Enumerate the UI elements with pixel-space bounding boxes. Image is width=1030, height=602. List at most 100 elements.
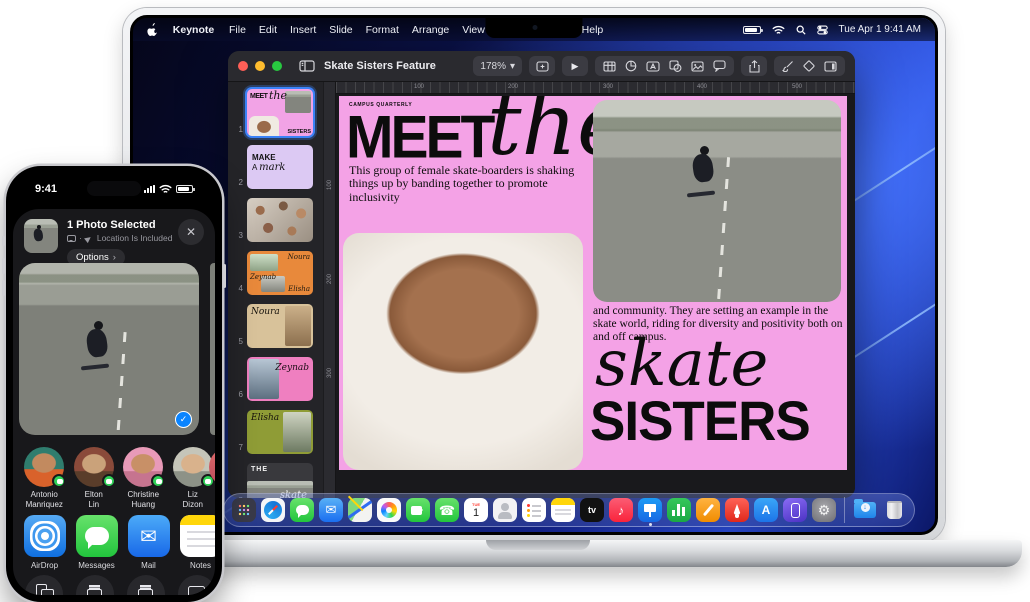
slide-skater-photo[interactable]	[593, 100, 841, 302]
dock-trash-icon[interactable]	[882, 498, 906, 522]
zoom-select[interactable]: 178% ▾	[473, 56, 522, 76]
document-title: Skate Sisters Feature	[324, 60, 436, 72]
slide-thumbnail-1[interactable]: 1 MEET the SISTERS	[230, 89, 320, 136]
dock-iphone-mirroring-icon[interactable]	[783, 498, 807, 522]
dock-reminders-icon[interactable]	[522, 498, 546, 522]
add-to-album-button[interactable]	[127, 575, 165, 595]
contact-antonio[interactable]: AntonioManriquez	[22, 447, 67, 510]
menu-format[interactable]: Format	[366, 24, 399, 36]
menu-clock[interactable]: Tue Apr 1 9:41 AM	[839, 24, 921, 35]
contact-elton[interactable]: EltonLin	[72, 447, 117, 510]
dock-launchpad-icon[interactable]	[232, 498, 256, 522]
messages-app[interactable]: Messages	[74, 515, 119, 570]
close-window-button[interactable]	[238, 61, 248, 71]
animate-icon[interactable]	[803, 60, 815, 72]
slide-intro-text[interactable]: This group of female skate-boarders is s…	[349, 164, 591, 204]
dock-keynote-icon[interactable]	[638, 498, 662, 522]
notes-icon	[180, 515, 216, 557]
chevron-right-icon: ›	[113, 252, 116, 263]
menu-file[interactable]: File	[229, 24, 246, 36]
dock-numbers-icon[interactable]	[667, 498, 691, 522]
dock-system-settings-icon[interactable]: ⚙	[812, 498, 836, 522]
contact-partial[interactable]	[206, 447, 215, 487]
slide-thumbnail-4[interactable]: 4 Noura Zeynab Elisha	[230, 251, 320, 295]
iphone-status-bar: 9:41	[13, 181, 215, 196]
road-line	[116, 332, 126, 435]
share-icon[interactable]	[741, 56, 767, 76]
airdrop-app[interactable]: AirDrop	[22, 515, 67, 570]
side-button[interactable]	[223, 264, 226, 288]
copy-action-button[interactable]	[25, 575, 63, 595]
slide-outro-script[interactable]: skate	[595, 332, 768, 396]
dock-app-store-icon[interactable]: A	[754, 498, 778, 522]
dock-calendar-icon[interactable]: TUE1	[464, 498, 488, 522]
dock-maps-icon[interactable]	[348, 498, 372, 522]
slide-thumbnail-3[interactable]: 3	[230, 198, 320, 242]
volume-up-button[interactable]	[2, 258, 5, 274]
menu-slide[interactable]: Slide	[329, 24, 352, 36]
text-icon[interactable]	[646, 61, 660, 72]
minimize-window-button[interactable]	[255, 61, 265, 71]
media-icon[interactable]	[691, 61, 704, 72]
menu-edit[interactable]: Edit	[259, 24, 277, 36]
slide-outro[interactable]: SISTERS	[590, 394, 810, 450]
play-button[interactable]: ▶	[562, 56, 588, 76]
zoom-window-button[interactable]	[272, 61, 282, 71]
apple-menu-icon[interactable]	[147, 23, 158, 36]
mail-app[interactable]: ✉ Mail	[126, 515, 171, 570]
menu-insert[interactable]: Insert	[290, 24, 316, 36]
menu-view[interactable]: View	[462, 24, 485, 36]
battery-icon[interactable]	[743, 26, 761, 34]
dock-games-icon[interactable]	[725, 498, 749, 522]
search-icon[interactable]	[796, 25, 806, 35]
wifi-icon[interactable]	[772, 25, 785, 35]
add-to-shared-album-button[interactable]	[76, 575, 114, 595]
thumb-photo	[285, 91, 311, 113]
slide-thumbnail-2[interactable]: 2 MAKE A mark	[230, 145, 320, 189]
dock-facetime-icon[interactable]	[406, 498, 430, 522]
slide-thumbnail-7[interactable]: 7 Elisha	[230, 410, 320, 454]
next-photo-edge[interactable]	[210, 263, 215, 435]
sidebar-view-icon[interactable]	[299, 60, 315, 72]
slide-portrait-photo[interactable]	[343, 233, 583, 470]
share-sheet: 1 Photo Selected · Location Is Included …	[13, 209, 215, 595]
selected-photo-thumbnail	[24, 219, 58, 253]
add-slide-button[interactable]	[529, 56, 555, 76]
document-panel-icon[interactable]	[824, 61, 837, 72]
table-icon[interactable]	[603, 61, 616, 72]
menu-status-area: Tue Apr 1 9:41 AM	[743, 24, 921, 35]
volume-down-button[interactable]	[2, 280, 5, 296]
current-slide[interactable]: CAMPUS QUARTERLY MEET the This group of …	[339, 96, 847, 470]
dock-downloads-icon[interactable]	[853, 498, 877, 522]
dock-music-icon[interactable]: ♪	[609, 498, 633, 522]
dock-tv-icon[interactable]: tv	[580, 498, 604, 522]
comment-icon[interactable]	[713, 60, 726, 72]
contact-christine[interactable]: ChristineHuang	[121, 447, 166, 510]
menu-arrange[interactable]: Arrange	[412, 24, 449, 36]
shape-icon[interactable]	[669, 60, 682, 72]
scene: Keynote File Edit Insert Slide Format Ar…	[0, 0, 1030, 602]
dock-safari-icon[interactable]	[261, 498, 285, 522]
airplay-button[interactable]	[178, 575, 215, 595]
slide-headline[interactable]: MEET	[346, 108, 492, 168]
chart-icon[interactable]	[625, 60, 637, 72]
dock-photos-icon[interactable]	[377, 498, 401, 522]
format-brush-icon[interactable]	[782, 60, 794, 72]
action-button[interactable]	[2, 236, 5, 246]
dock-contacts-icon[interactable]	[493, 498, 517, 522]
menu-app-name[interactable]: Keynote	[171, 24, 216, 36]
dock-messages-icon[interactable]	[290, 498, 314, 522]
dock-phone-icon[interactable]: ☎	[435, 498, 459, 522]
slide-thumbnail-6[interactable]: 6 Zeynab	[230, 357, 320, 401]
slide-thumbnail-5[interactable]: 5 Noura	[230, 304, 320, 348]
menu-help[interactable]: Help	[582, 24, 604, 36]
avatar	[74, 447, 114, 487]
notes-app[interactable]: Notes	[178, 515, 215, 570]
dock-notes-icon[interactable]	[551, 498, 575, 522]
dock-mail-icon[interactable]: ✉	[319, 498, 343, 522]
messages-badge-icon	[151, 474, 165, 488]
dock-pages-icon[interactable]	[696, 498, 720, 522]
close-button[interactable]: ✕	[178, 219, 204, 245]
control-center-icon[interactable]	[817, 25, 828, 35]
selected-photo[interactable]: ✓	[19, 263, 199, 435]
